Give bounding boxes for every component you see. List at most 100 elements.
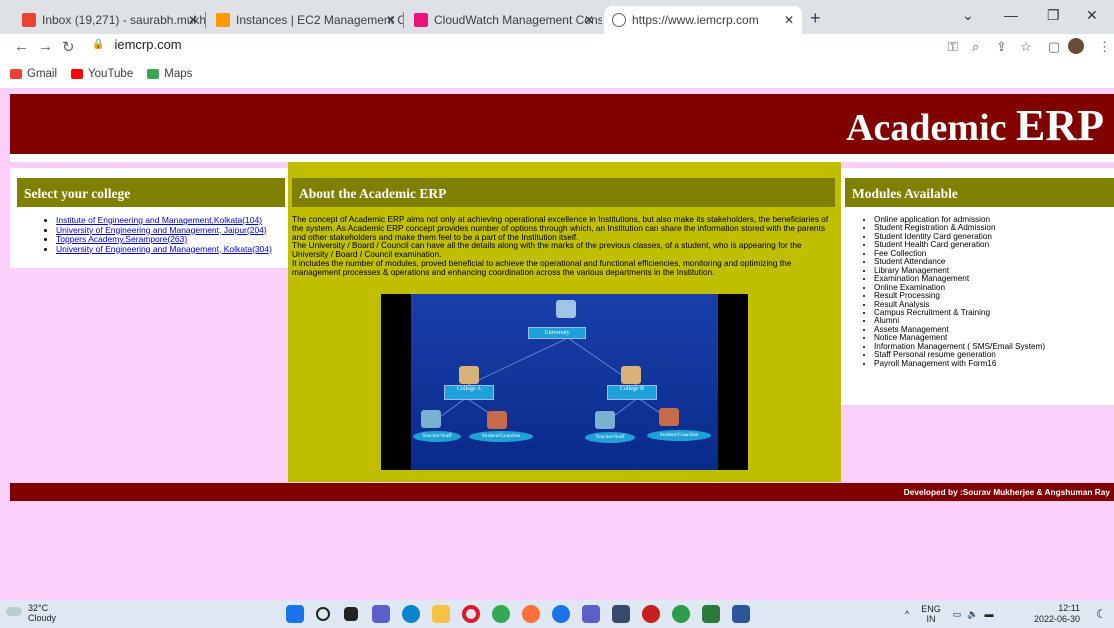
student-b-label: Student/Guardian	[647, 430, 711, 441]
youtube-icon	[71, 69, 84, 79]
web-page: Academic ERP Select your college Institu…	[0, 88, 1114, 592]
diagram-background: University College A College B Teacher/S…	[411, 294, 718, 470]
file-explorer-icon[interactable]	[432, 605, 450, 623]
tab-title: CloudWatch Management Conso	[434, 13, 602, 27]
browser-chrome: Inbox (19,271) - saurabh.mukhe ✕ Instanc…	[0, 0, 1114, 88]
close-window-button[interactable]: ✕	[1086, 7, 1098, 24]
cloud-icon	[6, 607, 22, 616]
university-label: University	[528, 327, 586, 339]
app-icon[interactable]	[642, 605, 660, 623]
college-a-building-icon	[459, 366, 479, 384]
close-tab-icon[interactable]: ✕	[784, 13, 794, 27]
student-a-label: Student/Guardian	[469, 431, 533, 442]
chat-icon[interactable]	[372, 605, 390, 623]
about-paragraph: The University / Board / Council can hav…	[292, 240, 802, 260]
college-link[interactable]: University of Engineering and Management…	[56, 225, 267, 235]
firefox-icon[interactable]	[522, 605, 540, 623]
word-icon[interactable]	[732, 605, 750, 623]
tab-ec2[interactable]: Instances | EC2 Management Cor ✕	[208, 6, 404, 34]
search-icon[interactable]	[316, 607, 330, 621]
site-title: Academic ERP	[846, 100, 1104, 151]
zoom-icon[interactable]: ⌕	[972, 39, 979, 55]
edge-icon[interactable]	[402, 605, 420, 623]
clock[interactable]: 12:11 2022-06-30	[1034, 603, 1080, 625]
gmail-icon	[10, 69, 22, 79]
minimize-button[interactable]: —	[1004, 7, 1018, 23]
url-text: iemcrp.com	[114, 37, 182, 52]
tab-title: https://www.iemcrp.com	[632, 13, 759, 27]
bookmark-youtube[interactable]: YouTube	[71, 68, 133, 80]
chevron-up-icon[interactable]: ^	[905, 609, 909, 619]
task-view-icon[interactable]	[344, 607, 358, 621]
diagram-connectors	[432, 337, 674, 423]
chrome-icon[interactable]	[492, 605, 510, 623]
close-tab-icon[interactable]: ✕	[386, 13, 396, 27]
tab-title: Inbox (19,271) - saurabh.mukhe	[42, 13, 206, 27]
college-link[interactable]: University of Engineering and Management…	[56, 244, 272, 254]
notepad-icon[interactable]	[702, 605, 720, 623]
battery-icon[interactable]: ▬	[984, 609, 993, 619]
college-link[interactable]: Toppers Academy,Serampore(263)	[56, 234, 187, 244]
globe-icon	[612, 13, 626, 27]
bookmark-label: Maps	[164, 68, 193, 80]
lang-bottom: IN	[926, 614, 936, 624]
network-icon[interactable]: ▭	[953, 609, 962, 620]
share-icon[interactable]: ⇪	[996, 39, 1007, 55]
date: 2022-06-30	[1034, 614, 1081, 624]
about-paragraph: It includes the number of modules, prove…	[292, 257, 792, 277]
tab-title: Instances | EC2 Management Cor	[236, 13, 404, 27]
bookmarks-bar: Gmail YouTube Maps	[0, 62, 1114, 86]
module-item: Campus Recruitment & Training	[874, 308, 1045, 317]
tab-iemcrp[interactable]: https://www.iemcrp.com ✕	[604, 6, 802, 34]
lock-icon[interactable]: 🔒	[92, 39, 104, 50]
language-indicator[interactable]: ENG IN	[921, 604, 941, 624]
about-paragraph: The concept of Academic ERP aims not onl…	[292, 214, 829, 242]
teacher-icon	[421, 410, 441, 428]
college-link[interactable]: Institute of Engineering and Management,…	[56, 215, 262, 225]
back-button[interactable]: ←	[14, 38, 29, 55]
maps-icon	[147, 69, 160, 79]
bookmark-star-icon[interactable]: ☆	[1020, 39, 1032, 55]
app-icon[interactable]	[672, 605, 690, 623]
temperature: 32°C	[28, 603, 49, 613]
module-list: Online application for admissionStudent …	[841, 215, 1045, 368]
tab-cloudwatch[interactable]: CloudWatch Management Conso ✕	[406, 6, 602, 34]
side-panel-icon[interactable]: ▢	[1048, 39, 1060, 55]
new-tab-button[interactable]: +	[810, 8, 821, 29]
weather-widget[interactable]: 32°C Cloudy	[6, 603, 56, 623]
aws-icon	[216, 13, 230, 27]
about-heading: About the Academic ERP	[292, 178, 835, 207]
bookmark-maps[interactable]: Maps	[147, 68, 192, 80]
start-icon[interactable]	[286, 605, 304, 623]
tab-search-icon[interactable]: ⌄	[962, 7, 974, 24]
close-tab-icon[interactable]: ✕	[584, 13, 594, 27]
college-b-label: College B	[607, 385, 657, 400]
app-icon[interactable]	[552, 605, 570, 623]
close-tab-icon[interactable]: ✕	[188, 13, 198, 27]
modules-panel: Modules Available Online application for…	[841, 168, 1114, 405]
site-footer: Developed by :Sourav Mukherjee & Angshum…	[10, 483, 1114, 501]
address-bar[interactable]: 🔒 iemcrp.com	[92, 37, 182, 52]
menu-icon[interactable]: ⋮	[1098, 39, 1111, 55]
bookmark-gmail[interactable]: Gmail	[10, 68, 57, 80]
developer-credit: Developed by :Sourav Mukherjee & Angshum…	[903, 487, 1110, 497]
restore-button[interactable]: ❐	[1047, 7, 1060, 24]
app-icon[interactable]	[612, 605, 630, 623]
windows-taskbar: 32°C Cloudy ^ ENG IN ▭ 🔈 ▬ 12:11 2022-06-…	[0, 600, 1114, 628]
student-icon	[487, 411, 507, 429]
teacher-icon	[595, 411, 615, 429]
modules-heading: Modules Available	[845, 178, 1114, 207]
key-icon[interactable]: ⚿	[948, 39, 958, 55]
profile-avatar[interactable]	[1068, 38, 1084, 54]
notifications-icon[interactable]: ☾	[1096, 607, 1107, 621]
university-building-icon	[556, 300, 576, 318]
opera-icon[interactable]	[462, 605, 480, 623]
college-item: University of Engineering and Management…	[56, 244, 272, 255]
forward-button[interactable]: →	[38, 38, 53, 55]
tab-divider	[205, 12, 206, 28]
volume-icon[interactable]: 🔈	[967, 609, 978, 620]
reload-button[interactable]: ↻	[62, 38, 75, 56]
teams-icon[interactable]	[582, 605, 600, 623]
cloudwatch-icon	[414, 13, 428, 27]
tab-gmail[interactable]: Inbox (19,271) - saurabh.mukhe ✕	[14, 6, 206, 34]
